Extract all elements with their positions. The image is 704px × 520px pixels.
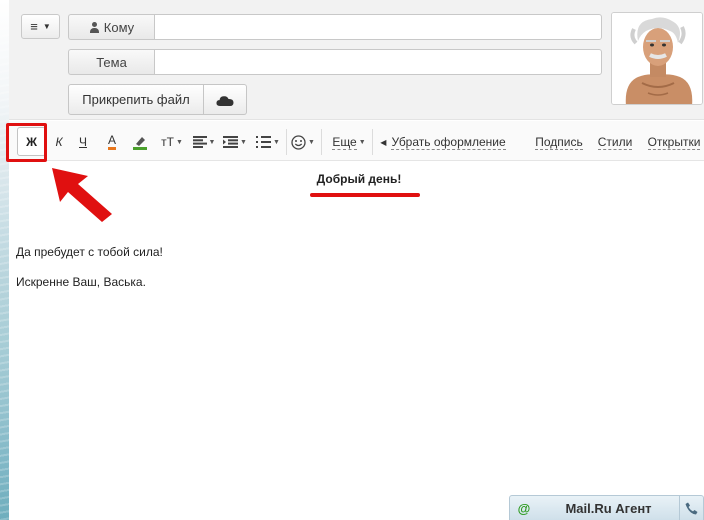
avatar-image bbox=[612, 13, 702, 104]
phone-glyph bbox=[685, 502, 698, 514]
menu-button[interactable]: ≡ ▼ bbox=[21, 14, 60, 39]
chevron-left-icon: ◀ bbox=[380, 137, 387, 147]
person-icon bbox=[89, 21, 100, 33]
avatar[interactable] bbox=[611, 12, 703, 105]
greeting-red-underline bbox=[310, 193, 420, 197]
italic-label: К bbox=[55, 135, 63, 149]
signature-label: Подпись bbox=[535, 134, 583, 150]
styles-label: Стили bbox=[597, 134, 633, 150]
attach-group: Прикрепить файл bbox=[68, 84, 247, 115]
font-size-button[interactable]: тТ ▼ bbox=[159, 132, 185, 152]
chevron-down-icon: ▼ bbox=[273, 138, 280, 146]
cloud-attach-button[interactable] bbox=[204, 84, 247, 115]
cards-link[interactable]: Открытки bbox=[646, 132, 702, 152]
underline-button[interactable]: Ч bbox=[73, 132, 93, 152]
phone-icon[interactable] bbox=[679, 495, 703, 520]
to-label-button[interactable]: Кому bbox=[68, 14, 154, 40]
align-button[interactable]: ▼ bbox=[191, 132, 217, 152]
chevron-down-icon: ▼ bbox=[240, 138, 247, 146]
remove-format-button[interactable]: ◀ Убрать оформление bbox=[377, 132, 509, 152]
signature-link[interactable]: Подпись bbox=[533, 132, 585, 152]
emoji-button[interactable]: ▼ bbox=[289, 132, 317, 152]
toolbar-separator bbox=[321, 129, 322, 155]
greeting-text: Добрый день! bbox=[316, 172, 402, 186]
cloud-icon bbox=[216, 95, 234, 106]
more-button[interactable]: Еще ▼ bbox=[329, 132, 369, 152]
font-size-label: тТ bbox=[161, 135, 174, 149]
toolbar-separator bbox=[286, 129, 287, 155]
mailru-agent-bar[interactable]: @ Mail.Ru Агент bbox=[509, 495, 704, 520]
formatting-toolbar: Ж К Ч А тТ ▼ ▼ ▼ ▼ ▼ Еще ▼ ◀ Убрать офор… bbox=[9, 121, 704, 161]
more-label: Еще bbox=[332, 134, 357, 150]
numbered-list-icon bbox=[256, 135, 272, 148]
cards-label: Открытки bbox=[647, 134, 701, 150]
chevron-down-icon: ▼ bbox=[358, 138, 366, 146]
smiley-icon bbox=[291, 134, 306, 150]
align-left-icon bbox=[192, 136, 207, 148]
list-button[interactable]: ▼ bbox=[255, 132, 281, 152]
highlight-color-button[interactable] bbox=[129, 132, 151, 152]
to-row: Кому bbox=[68, 14, 602, 40]
subject-input[interactable] bbox=[154, 49, 602, 75]
styles-link[interactable]: Стили bbox=[596, 132, 634, 152]
message-body[interactable]: Добрый день! Да пребудет с тобой сила! И… bbox=[9, 162, 704, 492]
chevron-down-icon: ▼ bbox=[308, 138, 315, 146]
message-line-1: Да пребудет с тобой сила! bbox=[16, 245, 163, 259]
bold-highlight-box bbox=[6, 123, 47, 162]
toolbar-separator bbox=[372, 129, 373, 155]
agent-at-icon: @ bbox=[517, 500, 531, 516]
to-input[interactable] bbox=[154, 14, 602, 40]
hamburger-icon: ≡ bbox=[30, 19, 38, 34]
chevron-down-icon: ▼ bbox=[208, 138, 216, 146]
attach-file-button[interactable]: Прикрепить файл bbox=[68, 84, 204, 115]
text-color-label: А bbox=[107, 134, 116, 150]
subject-label-box: Тема bbox=[68, 49, 154, 75]
subject-row: Тема bbox=[68, 49, 602, 75]
subject-label: Тема bbox=[96, 54, 127, 70]
italic-button[interactable]: К bbox=[49, 132, 69, 152]
underline-label: Ч bbox=[79, 135, 87, 149]
text-color-button[interactable]: А bbox=[102, 132, 122, 152]
message-line-2: Искренне Ваш, Васька. bbox=[16, 275, 146, 289]
chevron-down-icon: ▼ bbox=[42, 22, 51, 31]
background-sea bbox=[0, 0, 9, 520]
agent-title: Mail.Ru Агент bbox=[565, 500, 652, 516]
chevron-down-icon: ▼ bbox=[175, 138, 183, 146]
indent-button[interactable]: ▼ bbox=[222, 132, 248, 152]
remove-format-label: Убрать оформление bbox=[391, 134, 506, 150]
attach-file-label: Прикрепить файл bbox=[82, 92, 190, 107]
to-label: Кому bbox=[103, 19, 135, 35]
indent-icon bbox=[223, 136, 239, 148]
marker-icon bbox=[133, 137, 147, 150]
